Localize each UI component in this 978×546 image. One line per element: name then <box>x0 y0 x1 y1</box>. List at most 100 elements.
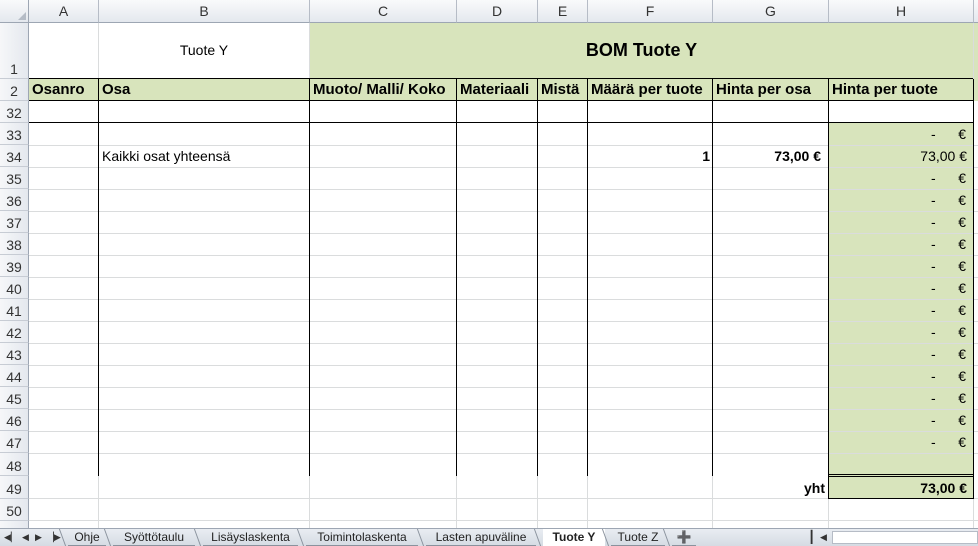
horizontal-scrollbar[interactable] <box>832 531 978 544</box>
row-header-34[interactable]: 34 <box>0 145 29 167</box>
row-header-40[interactable]: 40 <box>0 277 29 299</box>
sheet-tab-bar: ◀▏ ◀ ▶ ▕▶ Ohje Syöttötaulu Lisäyslaskent… <box>0 528 978 546</box>
select-all-corner[interactable] <box>0 0 29 23</box>
row-header-35[interactable]: 35 <box>0 167 29 189</box>
header-hinta-osa[interactable]: Hinta per osa <box>716 79 828 100</box>
row-header-1[interactable]: 1 <box>0 23 29 79</box>
row-header-49[interactable]: 49 <box>0 476 29 499</box>
row-header-43[interactable]: 43 <box>0 343 29 365</box>
euro-symbol: € <box>958 192 966 208</box>
price-per-product-empty-cell[interactable]: - € <box>829 365 973 387</box>
bom-title-cell[interactable]: BOM Tuote Y <box>310 23 973 78</box>
header-osa[interactable]: Osa <box>102 79 307 100</box>
column-header-a[interactable]: A <box>29 0 99 23</box>
column-header-e[interactable]: E <box>538 0 588 23</box>
row-header-32[interactable]: 32 <box>0 101 29 123</box>
product-label-cell[interactable]: Tuote Y <box>99 23 309 78</box>
row-header-44[interactable]: 44 <box>0 365 29 387</box>
summary-price-per-product-cell[interactable]: 73,00 € <box>829 145 967 167</box>
total-value-cell[interactable]: 73,00 € <box>829 476 967 500</box>
summary-label-cell[interactable]: Kaikki osat yhteensä <box>102 145 307 167</box>
price-per-product-empty-cell[interactable]: - € <box>829 167 973 189</box>
dash-value: - <box>931 346 936 362</box>
price-per-product-empty-cell[interactable]: - € <box>829 387 973 409</box>
euro-symbol: € <box>958 280 966 296</box>
next-sheet-icon[interactable]: ▶ <box>35 532 42 543</box>
price-per-product-empty-cell[interactable]: - € <box>829 189 973 211</box>
tab-toimintolaskenta[interactable]: Toimintolaskenta <box>306 529 418 546</box>
summary-price-per-part-cell[interactable]: 73,00 € <box>713 145 821 167</box>
row-header-38[interactable]: 38 <box>0 233 29 255</box>
first-sheet-icon[interactable]: ◀▏ <box>4 532 18 543</box>
price-per-product-empty-cell[interactable]: - € <box>829 299 973 321</box>
price-per-product-empty-cell[interactable]: - € <box>829 277 973 299</box>
row-header-47[interactable]: 47 <box>0 431 29 453</box>
euro-symbol: € <box>958 346 966 362</box>
row-header-48[interactable]: 48 <box>0 453 29 476</box>
row-header-33[interactable]: 33 <box>0 123 29 145</box>
header-hinta-tuote[interactable]: Hinta per tuote <box>832 79 972 100</box>
row-header-42[interactable]: 42 <box>0 321 29 343</box>
summary-quantity-cell[interactable]: 1 <box>588 145 710 167</box>
column-header-f[interactable]: F <box>588 0 713 23</box>
row-header-45[interactable]: 45 <box>0 387 29 409</box>
price-per-product-empty-cell[interactable]: - € <box>829 431 973 453</box>
column-header-h[interactable]: H <box>829 0 974 23</box>
euro-symbol: € <box>958 324 966 340</box>
price-per-product-empty-cell[interactable]: - € <box>829 233 973 255</box>
column-header-c[interactable]: C <box>310 0 457 23</box>
euro-symbol: € <box>958 214 966 230</box>
dash-value: - <box>931 302 936 318</box>
header-muoto[interactable]: Muoto/ Malli/ Koko <box>313 79 455 100</box>
spreadsheet-grid[interactable]: A B C D E F G H 1 2 32 33 34 35 36 37 38… <box>0 0 978 528</box>
euro-symbol: € <box>958 390 966 406</box>
dash-value: - <box>931 390 936 406</box>
row-header-37[interactable]: 37 <box>0 211 29 233</box>
dash-value: - <box>931 258 936 274</box>
tab-syottotaulu[interactable]: Syöttötaulu <box>113 529 195 546</box>
row-header-46[interactable]: 46 <box>0 409 29 431</box>
scroll-left-icon[interactable]: ◀ <box>820 532 827 543</box>
price-per-product-empty-cell[interactable]: - € <box>829 255 973 277</box>
euro-symbol: € <box>958 434 966 450</box>
tab-split-handle[interactable]: ┃ <box>808 530 815 544</box>
dash-value: - <box>931 170 936 186</box>
row-header-2[interactable]: 2 <box>0 79 29 101</box>
price-per-product-empty-cell[interactable]: - € <box>829 123 973 145</box>
insert-sheet-icon[interactable]: ➕ <box>672 529 696 546</box>
price-per-product-empty-cell[interactable]: - € <box>829 409 973 431</box>
price-per-product-empty-cell[interactable]: - € <box>829 343 973 365</box>
tab-lisayslaskenta[interactable]: Lisäyslaskenta <box>203 529 298 546</box>
header-materiaali[interactable]: Materiaali <box>460 79 537 100</box>
column-header-g[interactable]: G <box>713 0 829 23</box>
dash-value: - <box>931 280 936 296</box>
column-header-b[interactable]: B <box>99 0 310 23</box>
price-per-product-empty-cell[interactable]: - € <box>829 211 973 233</box>
euro-symbol: € <box>958 170 966 186</box>
euro-symbol: € <box>958 258 966 274</box>
total-label-cell[interactable]: yht <box>713 476 825 500</box>
header-osanro[interactable]: Osanro <box>32 79 97 100</box>
tab-lasten-apuvaline[interactable]: Lasten apuväline <box>426 529 536 546</box>
prev-sheet-icon[interactable]: ◀ <box>22 532 29 543</box>
row-header-51[interactable]: 51 <box>0 521 29 528</box>
column-header-d[interactable]: D <box>457 0 538 23</box>
euro-symbol: € <box>958 412 966 428</box>
dash-value: - <box>931 192 936 208</box>
row-header-50[interactable]: 50 <box>0 499 29 521</box>
dash-value: - <box>931 126 936 142</box>
header-maara[interactable]: Määrä per tuote <box>591 79 712 100</box>
dash-value: - <box>931 368 936 384</box>
tab-ohje[interactable]: Ohje <box>68 529 106 546</box>
price-per-product-empty-cell[interactable]: - € <box>829 321 973 343</box>
row-header-41[interactable]: 41 <box>0 299 29 321</box>
tab-tuote-y[interactable]: Tuote Y <box>543 529 605 546</box>
last-sheet-icon[interactable]: ▕▶ <box>47 532 61 543</box>
dash-value: - <box>931 434 936 450</box>
tab-tuote-z[interactable]: Tuote Z <box>611 529 665 546</box>
dash-value: - <box>931 214 936 230</box>
header-mista[interactable]: Mistä <box>541 79 587 100</box>
row-header-39[interactable]: 39 <box>0 255 29 277</box>
dash-value: - <box>931 324 936 340</box>
row-header-36[interactable]: 36 <box>0 189 29 211</box>
